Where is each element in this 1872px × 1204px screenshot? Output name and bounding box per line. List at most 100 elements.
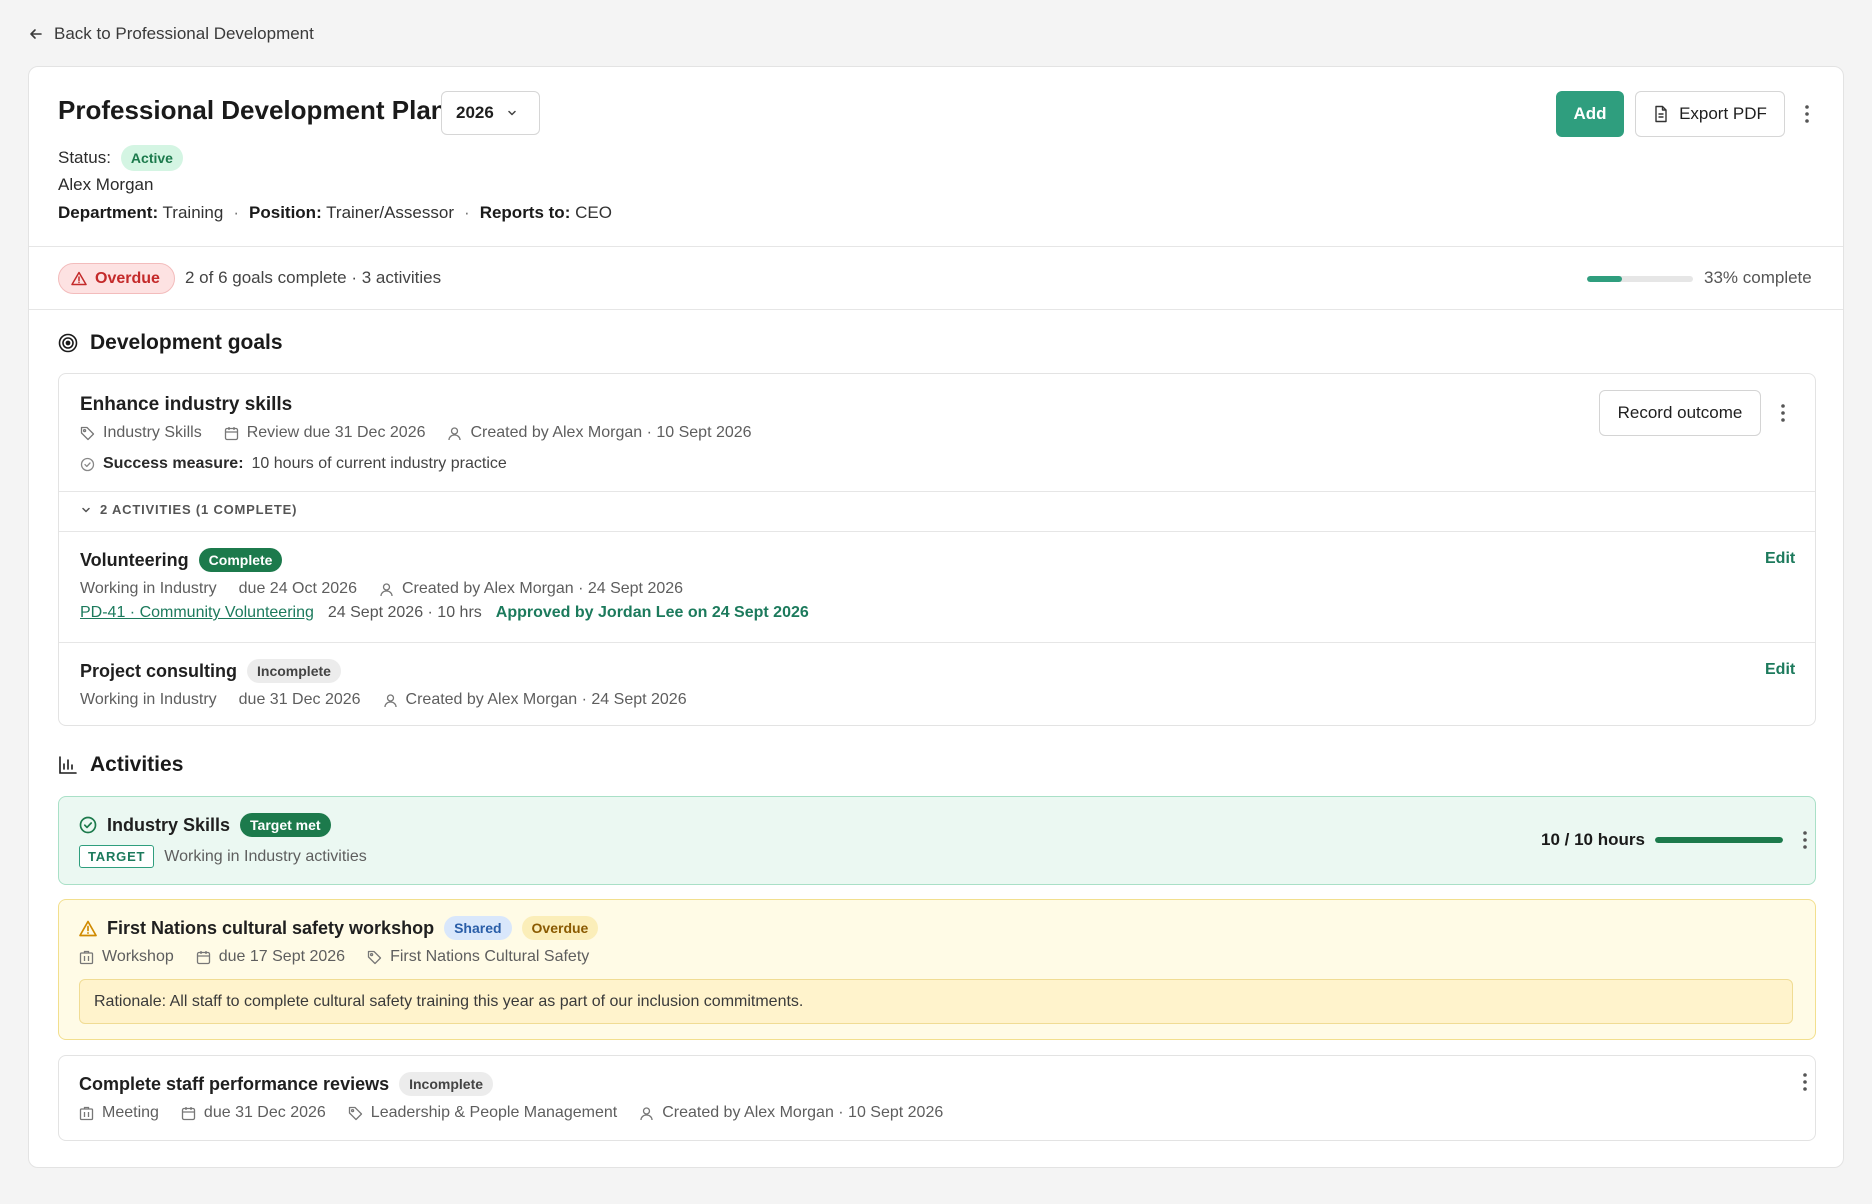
overdue-label: Overdue (95, 269, 160, 287)
activity-evidence: PD-41 · Community Volunteering 24 Sept 2… (80, 604, 809, 622)
activity-due: due 31 Dec 2026 (238, 691, 361, 708)
goal-meta: Industry Skills Review due 31 Dec 2026 C… (80, 424, 766, 442)
reports-value: CEO (575, 203, 612, 222)
target-met-badge: Target met (240, 813, 331, 837)
goal-review-date: Review due 31 Dec 2026 (246, 424, 426, 441)
divider (59, 531, 1815, 532)
hours-progress-bar (1655, 837, 1783, 843)
workshop-category: First Nations Cultural Safety (390, 948, 590, 965)
activity-status-badge: Incomplete (247, 659, 341, 683)
position-label: Position: (249, 203, 322, 222)
building-icon (79, 950, 94, 965)
arrow-left-icon (28, 26, 44, 42)
reports-label: Reports to: (479, 203, 571, 222)
activity-title: Volunteering (80, 549, 189, 570)
plan-card: Professional Development Plan 2026 Add E… (28, 66, 1844, 1168)
status-label: Status: (58, 148, 111, 167)
overdue-badge: Overdue (58, 263, 175, 294)
plan-header: Professional Development Plan 2026 Add E… (29, 67, 1843, 247)
workshop-due: due 17 Sept 2026 (218, 948, 346, 965)
export-pdf-button[interactable]: Export PDF (1635, 91, 1785, 137)
success-measure-label: Success measure: (103, 455, 244, 472)
reviews-status-badge: Incomplete (399, 1072, 494, 1096)
target-more-icon[interactable] (1793, 828, 1817, 852)
user-icon (383, 693, 398, 708)
hours-text: 10 / 10 hours (1541, 830, 1645, 849)
goal-more-icon[interactable] (1771, 401, 1795, 425)
chevron-down-icon (506, 107, 518, 119)
goal-category: Industry Skills (103, 424, 202, 441)
record-outcome-button[interactable]: Record outcome (1599, 390, 1761, 436)
separator: · (233, 203, 240, 222)
edit-activity-link[interactable]: Edit (1765, 661, 1795, 679)
target-meta: TARGET Working in Industry activities (79, 845, 367, 868)
evidence-link[interactable]: PD-41 · Community Volunteering (80, 604, 314, 622)
goal-card: Enhance industry skills Industry Skills … (58, 373, 1816, 726)
evidence-approved: Approved by Jordan Lee on 24 Sept 2026 (495, 604, 809, 621)
position-value: Trainer/Assessor (326, 203, 455, 222)
header-more-icon[interactable] (1795, 102, 1819, 126)
summary-row: Overdue 2 of 6 goals complete · 3 activi… (29, 247, 1843, 310)
workshop-title-row: First Nations cultural safety workshop S… (79, 916, 599, 940)
add-button[interactable]: Add (1556, 91, 1624, 137)
reviews-type: Meeting (102, 1104, 159, 1121)
target-title: Industry Skills (107, 814, 231, 835)
goal-success-measure: Success measure: 10 hours of current ind… (80, 455, 507, 473)
separator: · (464, 203, 470, 222)
reviews-more-icon[interactable] (1793, 1070, 1817, 1094)
reviews-created: Created by Alex Morgan · 10 Sept 2026 (662, 1104, 944, 1121)
status-row: Status: Active (58, 145, 183, 171)
activity-title: Project consulting (80, 660, 238, 681)
goals-section-label: Development goals (90, 331, 283, 354)
workshop-meta: Workshop due 17 Sept 2026 First Nations … (79, 948, 603, 966)
calendar-icon (224, 426, 239, 441)
workshop-overdue-badge: Overdue (521, 916, 599, 940)
user-icon (639, 1106, 654, 1121)
user-icon (379, 582, 394, 597)
divider (59, 642, 1815, 643)
check-circle-icon (79, 816, 97, 834)
divider (59, 491, 1815, 492)
activity-type: Working in Industry (80, 580, 217, 597)
activity-created: Created by Alex Morgan · 24 Sept 2026 (401, 580, 684, 597)
activity-due: due 24 Oct 2026 (238, 580, 357, 597)
warning-icon (71, 271, 87, 286)
target-card: Industry Skills Target met TARGET Workin… (58, 796, 1816, 885)
activity-meta: Working in Industry due 31 Dec 2026 Crea… (80, 691, 701, 709)
chevron-down-icon (80, 504, 92, 516)
tag-icon (80, 426, 95, 441)
department-label: Department: (58, 203, 159, 222)
goals-section-title: Development goals (58, 331, 283, 355)
reviews-category: Leadership & People Management (370, 1104, 618, 1121)
employee-name: Alex Morgan (58, 175, 154, 194)
activity-created: Created by Alex Morgan · 24 Sept 2026 (405, 691, 687, 708)
target-icon (58, 333, 78, 353)
back-link[interactable]: Back to Professional Development (28, 24, 314, 44)
calendar-icon (196, 950, 211, 965)
success-measure-value: 10 hours of current industry practice (251, 455, 507, 472)
workshop-type: Workshop (102, 948, 174, 965)
overall-progress-text: 33% complete (1704, 268, 1812, 287)
workshop-card: First Nations cultural safety workshop S… (58, 899, 1816, 1040)
activities-toggle[interactable]: 2 ACTIVITIES (1 COMPLETE) (80, 502, 297, 517)
warning-icon (79, 920, 97, 937)
user-icon (447, 426, 462, 441)
summary-text: 2 of 6 goals complete · 3 activities (185, 268, 442, 287)
reviews-card: Complete staff performance reviews Incom… (58, 1055, 1816, 1141)
department-value: Training (162, 203, 224, 222)
edit-activity-link[interactable]: Edit (1765, 550, 1795, 568)
activities-section-title: Activities (58, 753, 183, 777)
year-select[interactable]: 2026 (441, 91, 540, 135)
check-circle-icon (80, 457, 95, 472)
calendar-icon (181, 1106, 196, 1121)
reviews-meta: Meeting due 31 Dec 2026 Leadership & Peo… (79, 1104, 957, 1122)
target-title-row: Industry Skills Target met (79, 813, 331, 837)
target-tag: TARGET (79, 845, 155, 868)
hours-progress-fill (1655, 837, 1783, 843)
reviews-title: Complete staff performance reviews (79, 1073, 390, 1094)
workshop-rationale: Rationale: All staff to complete cultura… (79, 979, 1793, 1024)
year-value: 2026 (456, 103, 494, 122)
activities-toggle-label: 2 ACTIVITIES (1 COMPLETE) (100, 502, 298, 517)
activity-title-row: Volunteering Complete (80, 548, 283, 572)
file-icon (1653, 105, 1669, 123)
